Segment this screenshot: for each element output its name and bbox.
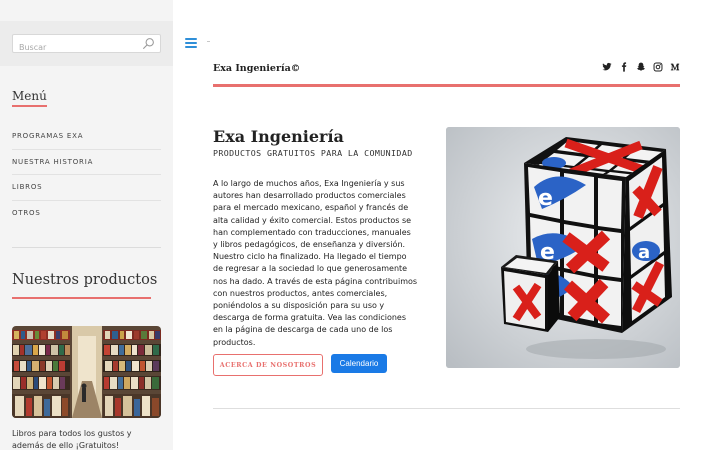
site-title[interactable]: Exa Ingeniería© — [213, 63, 300, 74]
svg-text:e: e — [538, 186, 553, 211]
sidebar-divider — [12, 247, 161, 248]
search-icon[interactable] — [142, 37, 155, 50]
hero-description: A lo largo de muchos años, Exa Ingenierí… — [213, 179, 418, 347]
books-image[interactable] — [12, 326, 161, 418]
bookstore-illustration — [12, 326, 161, 418]
snapchat-icon[interactable] — [636, 62, 646, 72]
header-rule — [213, 84, 680, 87]
sidebar-menu: PROGRAMAS EXA NUESTRA HISTORIA LIBROS OT… — [12, 124, 161, 226]
exa-cube-image: e e a — [446, 127, 680, 368]
search-box[interactable] — [12, 34, 161, 56]
hero-subtitle: PRODUCTOS GRATUITOS PARA LA COMUNIDAD — [213, 148, 413, 158]
search-input[interactable] — [13, 39, 133, 56]
calendar-button[interactable]: Calendario — [331, 354, 387, 373]
menu-heading: Menú — [12, 89, 47, 103]
sidebar-item-programas-exa[interactable]: PROGRAMAS EXA — [12, 124, 161, 150]
social-links — [602, 62, 680, 72]
header-separator — [207, 41, 210, 42]
instagram-icon[interactable] — [653, 62, 663, 72]
books-caption: Libros para todos los gustos y además de… — [12, 429, 132, 450]
products-heading: Nuestros productos — [12, 272, 158, 288]
hamburger-menu-icon[interactable] — [185, 38, 197, 48]
exa-rubik-cube-illustration: e e a — [446, 127, 680, 368]
facebook-icon[interactable] — [619, 62, 629, 72]
section-divider — [213, 408, 680, 409]
products-heading-underline — [12, 297, 151, 299]
about-us-button[interactable]: ACERCA DE NOSOTROS — [213, 354, 323, 376]
svg-text:a: a — [638, 242, 650, 263]
sidebar-item-otros[interactable]: OTROS — [12, 201, 161, 227]
menu-heading-underline — [12, 105, 47, 107]
hero-title: Exa Ingeniería — [213, 127, 344, 146]
sidebar-item-nuestra-historia[interactable]: NUESTRA HISTORIA — [12, 150, 161, 176]
twitter-icon[interactable] — [602, 62, 612, 72]
sidebar: Menú PROGRAMAS EXA NUESTRA HISTORIA LIBR… — [0, 0, 173, 450]
medium-icon[interactable] — [670, 62, 680, 72]
sidebar-item-libros[interactable]: LIBROS — [12, 175, 161, 201]
